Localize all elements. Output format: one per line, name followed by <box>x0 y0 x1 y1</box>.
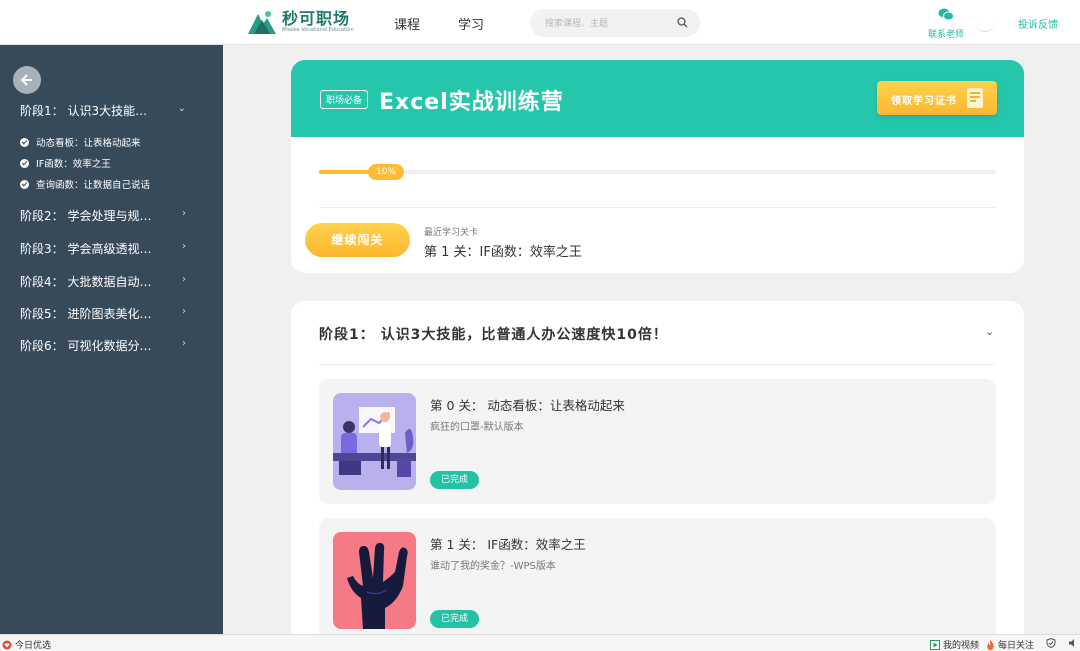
level-card-0[interactable]: 第 0 关： 动态看板：让表格动起来 疯狂的口罩-默认版本 已完成 <box>319 379 996 504</box>
status-badge: 已完成 <box>430 610 479 628</box>
chevron-down-icon[interactable]: ⌄ <box>985 325 994 338</box>
play-icon <box>930 639 940 650</box>
logo-mark-icon <box>246 8 278 36</box>
sidebar-stage-1[interactable]: 阶段1： 认识3大技能… ⌄ <box>20 102 200 119</box>
continue-button[interactable]: 继续闯关 <box>305 223 410 257</box>
today-picks-label: 今日优选 <box>15 641 52 651</box>
flame-icon <box>987 639 994 650</box>
search-icon[interactable] <box>677 17 688 28</box>
sidebar-stage-label: 阶段3： 学会高级透视… <box>20 242 152 256</box>
contact-teacher-button[interactable]: 联系老师 <box>928 6 964 40</box>
sidebar-subitem-3[interactable]: 查询函数：让数据自己说话 <box>20 177 150 191</box>
status-badge: 已完成 <box>430 471 479 489</box>
level-card-1[interactable]: 第 1 关： IF函数：效率之王 谁动了我的奖金？-WPS版本 已完成 <box>319 518 996 634</box>
get-certificate-button[interactable]: 领取学习证书 <box>877 81 997 115</box>
level-title: 第 1 关： IF函数：效率之王 <box>430 537 586 552</box>
chevron-right-icon: › <box>182 241 186 252</box>
course-title: Excel实战训练营 <box>379 90 564 115</box>
progress-badge: 10% <box>368 164 404 180</box>
search-input[interactable]: 搜索课程、主题 <box>530 9 700 37</box>
heart-icon <box>2 640 12 649</box>
level-thumbnail <box>333 393 416 490</box>
sidebar-subitem-label: IF函数：效率之王 <box>36 159 111 170</box>
sidebar-stage-label: 阶段4： 大批数据自动… <box>20 275 152 289</box>
course-header: 职场必备 Excel实战训练营 领取学习证书 <box>291 60 1024 137</box>
divider <box>319 207 996 208</box>
sidebar-stage-6[interactable]: 阶段6： 可视化数据分… › <box>20 337 200 354</box>
sidebar-stage-label: 阶段5： 进阶图表美化… <box>20 307 152 321</box>
browser-status-bar: 今日优选 我的视频 每日关注 <box>0 634 1080 651</box>
today-picks[interactable]: 今日优选 <box>2 638 51 651</box>
my-videos-label: 我的视频 <box>943 641 980 651</box>
sidebar: 阶段1： 认识3大技能… ⌄ 动态看板：让表格动起来 IF函数：效率之王 查询函… <box>0 45 223 634</box>
level-subtitle: 谁动了我的奖金？-WPS版本 <box>430 561 556 572</box>
course-card: 职场必备 Excel实战训练营 领取学习证书 10% 继续闯关 最近学习关卡 第… <box>291 60 1024 273</box>
sidebar-subitem-label: 查询函数：让数据自己说话 <box>36 180 151 191</box>
certificate-label: 领取学习证书 <box>891 96 957 107</box>
recent-level-title[interactable]: 第 1 关：IF函数：效率之王 <box>424 241 582 260</box>
daily-follow-button[interactable]: 每日关注 <box>986 638 1034 651</box>
wechat-icon <box>938 8 954 21</box>
speaker-icon[interactable] <box>1068 638 1078 648</box>
logo-subtext: Miaoke Vocational Education <box>282 27 354 33</box>
sidebar-subitem-1[interactable]: 动态看板：让表格动起来 <box>20 135 141 149</box>
security-icon[interactable] <box>1046 638 1056 648</box>
chevron-right-icon: › <box>182 208 186 219</box>
sidebar-subitem-2[interactable]: IF函数：效率之王 <box>20 156 111 170</box>
check-circle-icon <box>20 179 29 189</box>
divider <box>319 364 996 365</box>
sidebar-stage-3[interactable]: 阶段3： 学会高级透视… › <box>20 240 200 257</box>
main-content[interactable]: 职场必备 Excel实战训练营 领取学习证书 10% 继续闯关 最近学习关卡 第… <box>223 45 1080 634</box>
check-circle-icon <box>20 158 29 168</box>
sidebar-stage-2[interactable]: 阶段2： 学会处理与规… › <box>20 207 200 224</box>
sidebar-stage-label: 阶段2： 学会处理与规… <box>20 209 152 223</box>
my-videos-button[interactable]: 我的视频 <box>930 638 979 651</box>
check-circle-icon <box>20 137 29 147</box>
level-thumbnail <box>333 532 416 629</box>
nav-learning[interactable]: 学习 <box>458 14 484 33</box>
course-tag: 职场必备 <box>320 90 369 109</box>
sidebar-stage-4[interactable]: 阶段4： 大批数据自动… › <box>20 273 200 290</box>
avatar[interactable] <box>976 14 994 32</box>
chevron-down-icon: ⌄ <box>177 103 186 114</box>
sidebar-stage-label: 阶段6： 可视化数据分… <box>20 339 152 353</box>
level-title: 第 0 关： 动态看板：让表格动起来 <box>430 398 625 413</box>
arrow-left-icon <box>20 74 32 86</box>
stage-section: 阶段1： 认识3大技能，比普通人办公速度快10倍！ ⌄ 第 0 关： 动态看板：… <box>291 301 1024 634</box>
contact-teacher-label: 联系老师 <box>928 30 965 40</box>
sidebar-stage-label: 阶段1： 认识3大技能… <box>20 104 148 118</box>
nav-courses[interactable]: 课程 <box>394 14 420 33</box>
top-header: 秒可职场 Miaoke Vocational Education 课程 学习 搜… <box>0 0 1080 45</box>
sidebar-stage-5[interactable]: 阶段5： 进阶图表美化… › <box>20 305 200 322</box>
progress-bar <box>319 170 996 174</box>
stage-section-title[interactable]: 阶段1： 认识3大技能，比普通人办公速度快10倍！ <box>319 324 668 344</box>
back-button[interactable] <box>13 66 41 94</box>
daily-follow-label: 每日关注 <box>998 641 1035 651</box>
sidebar-subitem-label: 动态看板：让表格动起来 <box>36 138 141 149</box>
recent-level-label: 最近学习关卡 <box>424 228 479 238</box>
level-subtitle: 疯狂的口罩-默认版本 <box>430 422 524 433</box>
chevron-right-icon: › <box>182 306 186 317</box>
chevron-right-icon: › <box>182 338 186 349</box>
feedback-link[interactable]: 投诉反馈 <box>1018 16 1058 31</box>
logo-text: 秒可职场 <box>282 9 351 28</box>
search-placeholder: 搜索课程、主题 <box>545 19 609 29</box>
certificate-icon <box>967 88 983 108</box>
logo[interactable]: 秒可职场 Miaoke Vocational Education <box>246 8 354 36</box>
chevron-right-icon: › <box>182 274 186 285</box>
